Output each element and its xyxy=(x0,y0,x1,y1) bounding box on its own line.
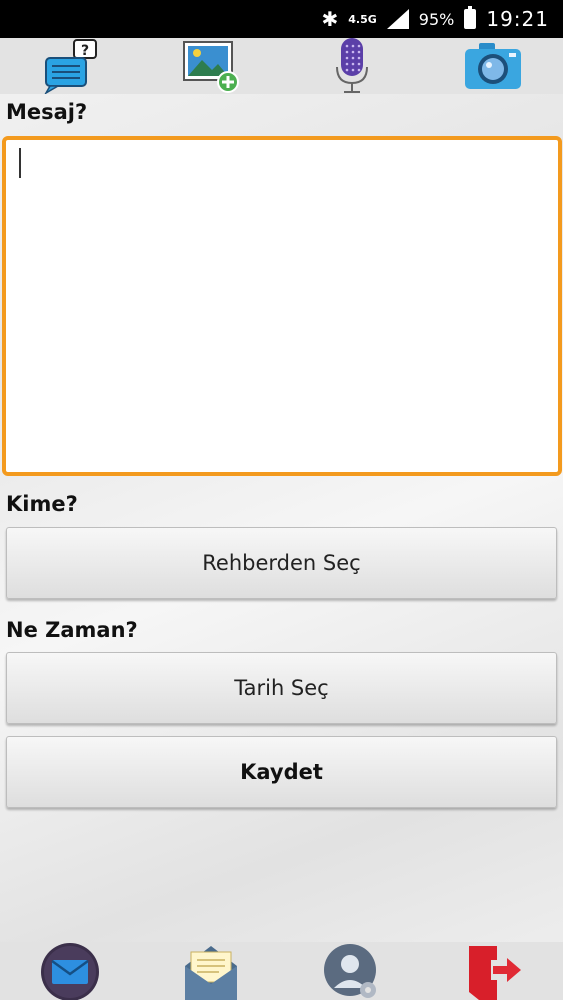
open-envelope-icon xyxy=(185,946,238,1000)
bluetooth-icon: ✱ xyxy=(321,7,339,31)
top-toolbar: ? xyxy=(0,38,563,94)
when-label: Ne Zaman? xyxy=(6,618,138,642)
exit-nav-button[interactable] xyxy=(461,942,525,1000)
add-image-icon xyxy=(183,41,240,93)
svg-text:?: ? xyxy=(81,43,89,59)
microphone-icon xyxy=(335,38,368,93)
sent-nav-button[interactable] xyxy=(179,942,243,1000)
battery-icon xyxy=(464,6,477,29)
contact-settings-icon xyxy=(323,944,376,998)
signal-icon xyxy=(386,9,409,29)
recipient-label: Kime? xyxy=(6,492,78,516)
text-cursor xyxy=(19,148,21,178)
exit-icon xyxy=(468,946,521,1000)
bottom-navigation xyxy=(0,942,563,1000)
choose-date-button[interactable]: Tarih Seç xyxy=(6,652,557,724)
camera-button[interactable] xyxy=(461,38,525,94)
voice-input-button[interactable] xyxy=(320,38,384,94)
message-input[interactable] xyxy=(2,136,562,476)
message-label: Mesaj? xyxy=(6,100,88,124)
add-image-button[interactable] xyxy=(179,38,243,94)
message-help-button[interactable]: ? xyxy=(38,38,102,94)
network-indicator: 4.5G xyxy=(348,12,377,26)
battery-percent: 95% xyxy=(418,9,455,29)
clock: 19:21 xyxy=(486,7,549,31)
choose-contact-button[interactable]: Rehberden Seç xyxy=(6,527,557,599)
messages-nav-button[interactable] xyxy=(38,942,102,1000)
save-button[interactable]: Kaydet xyxy=(6,736,557,808)
message-help-icon: ? xyxy=(44,39,98,94)
mail-icon xyxy=(41,943,100,1000)
contacts-nav-button[interactable] xyxy=(320,942,384,1000)
status-bar: ✱ 4.5G 95% 19:21 xyxy=(0,0,563,38)
camera-icon xyxy=(464,43,521,89)
